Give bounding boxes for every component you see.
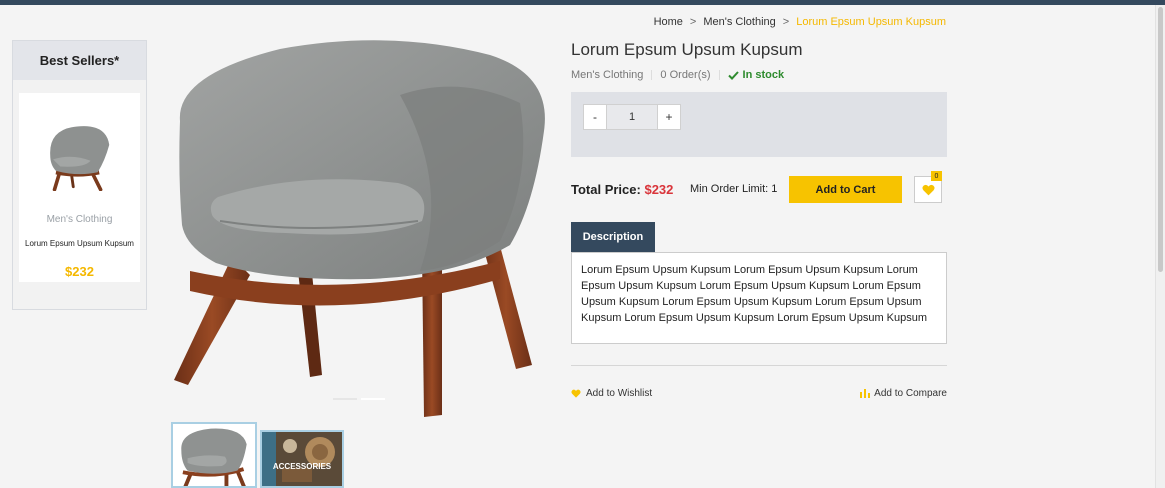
carousel-dot[interactable] [361,398,385,400]
min-order-limit: Min Order Limit: 1 [690,183,778,195]
thumbnail-label: ACCESSORIES [272,462,332,471]
best-seller-price: $232 [65,264,94,279]
meta-divider [651,70,653,80]
best-seller-category: Men's Clothing [46,214,113,225]
breadcrumb-category[interactable]: Men's Clothing [703,16,775,28]
meta-divider [718,70,720,80]
gallery-thumbnail-accessories[interactable]: ACCESSORIES [260,430,344,488]
top-bar [0,0,1165,5]
quantity-increase-button[interactable]: + [657,104,681,130]
wishlist-count-badge: 0 [931,171,942,181]
product-thumbnail-image[interactable] [43,119,115,191]
best-seller-name[interactable]: Lorum Epsum Upsum Kupsum [19,239,140,248]
breadcrumb-separator: > [782,16,790,28]
quantity-panel: - 1 + [571,92,947,157]
total-price-value: $232 [644,182,674,197]
order-count: 0 Order(s) [660,69,711,81]
thumbnail-accessories-image [262,432,342,486]
page-scrollbar[interactable] [1155,5,1165,488]
breadcrumb-separator: > [689,16,697,28]
heart-icon [571,389,581,398]
product-title: Lorum Epsum Upsum Kupsum [571,40,803,59]
best-seller-card[interactable]: Men's Clothing Lorum Epsum Upsum Kupsum … [19,93,140,282]
breadcrumb-home[interactable]: Home [654,16,683,28]
best-sellers-panel: Best Sellers* Men's Clothing Lorum Epsum… [12,40,147,310]
carousel-dot[interactable] [333,398,357,400]
add-to-compare-link[interactable]: Add to Compare [860,388,947,399]
thumbnail-chair-image [181,428,247,486]
add-to-wishlist-label[interactable]: Add to Wishlist [586,388,652,399]
divider [571,365,947,366]
compare-bars-icon [860,389,871,398]
product-meta: Men's Clothing 0 Order(s) In stock [571,69,784,81]
total-price-label: Total Price: [571,182,641,197]
product-category[interactable]: Men's Clothing [571,69,643,81]
stock-label: In stock [742,69,785,81]
breadcrumb: Home > Men's Clothing > Lorum Epsum Upsum Ku… [654,16,946,28]
quantity-input[interactable]: 1 [607,104,657,130]
tab-description[interactable]: Description [571,222,655,252]
best-sellers-title: Best Sellers* [13,41,146,80]
add-to-wishlist-link[interactable]: Add to Wishlist [571,388,652,399]
total-price: Total Price: $232 [571,182,673,197]
scrollbar-thumb[interactable] [1158,7,1163,272]
wishlist-button[interactable]: 0 [914,171,942,203]
stock-status: In stock [727,69,785,81]
product-main-image[interactable] [160,35,560,430]
quantity-decrease-button[interactable]: - [583,104,607,130]
add-to-cart-button[interactable]: Add to Cart [789,176,902,203]
carousel-dots [333,398,385,400]
check-icon [727,70,739,80]
breadcrumb-current: Lorum Epsum Upsum Kupsum [796,16,946,28]
heart-icon [921,184,935,195]
add-to-compare-label[interactable]: Add to Compare [874,388,947,399]
description-text: Lorum Epsum Upsum Kupsum Lorum Epsum Ups… [571,252,947,344]
gallery-thumbnail-chair[interactable] [171,422,257,488]
